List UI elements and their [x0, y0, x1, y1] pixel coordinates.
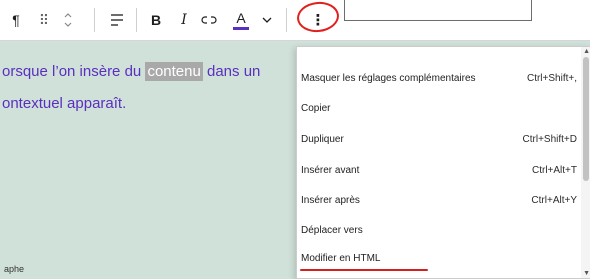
toolbar-divider: [136, 8, 137, 32]
block-options-menu: Masquer les réglages complémentaires Ctr…: [296, 46, 590, 279]
toolbar-input-box[interactable]: [344, 0, 532, 21]
align-button[interactable]: [106, 0, 128, 40]
text-color-swatch: [233, 27, 249, 30]
menu-item-duplicate[interactable]: Dupliquer Ctrl+Shift+D: [301, 127, 577, 151]
menu-item-label: Modifier en HTML: [301, 252, 381, 264]
align-icon: [111, 14, 123, 26]
menu-item-insert-after[interactable]: Insérer après Ctrl+Alt+Y: [301, 188, 577, 212]
paragraph-block[interactable]: orsque l’on insère du contenu dans un on…: [2, 56, 302, 120]
scroll-up-icon[interactable]: ▲: [583, 48, 590, 55]
menu-item-label: Copier: [301, 102, 331, 114]
annotation-underline: [300, 269, 428, 271]
menu-item-label: Déplacer vers: [301, 224, 363, 236]
menu-item-insert-before[interactable]: Insérer avant Ctrl+Alt+T: [301, 158, 577, 182]
chevron-down-icon: [262, 17, 272, 23]
menu-item-move-to[interactable]: Déplacer vers: [301, 218, 577, 242]
bold-button[interactable]: B: [146, 0, 166, 40]
menu-item-label: Masquer les réglages complémentaires: [301, 72, 476, 84]
menu-item-label: Dupliquer: [301, 133, 344, 145]
paragraph-line-2: ontextuel apparaît.: [2, 95, 127, 112]
paragraph-line-1: orsque l’on insère du contenu dans un: [2, 56, 302, 88]
menu-item-edit-as-html[interactable]: Modifier en HTML: [301, 246, 577, 270]
toolbar-divider: [94, 8, 95, 32]
menu-item-shortcut: Ctrl+Shift+,: [526, 72, 577, 84]
text-before-selection: orsque l’on insère du: [2, 63, 146, 80]
selected-text: contenu: [145, 62, 203, 81]
text-color-label: A: [236, 10, 246, 26]
scrollbar-thumb[interactable]: [583, 57, 589, 181]
more-formats-button[interactable]: [258, 0, 276, 40]
annotation-circle: [295, 0, 341, 35]
drag-handle-icon[interactable]: ⠿: [34, 0, 54, 40]
move-arrows-icon[interactable]: [58, 0, 78, 40]
link-icon: [201, 16, 217, 24]
toolbar-divider: [286, 8, 287, 32]
chevron-up-down-icon: [64, 13, 72, 27]
italic-button[interactable]: I: [174, 0, 194, 40]
text-after-selection: dans un: [202, 63, 261, 80]
block-breadcrumb[interactable]: aphe: [0, 261, 304, 277]
menu-item-copy[interactable]: Copier: [301, 96, 577, 120]
scroll-down-icon[interactable]: ▼: [583, 270, 590, 277]
block-toolbar: ¶ ⠿ B I A ⋮: [0, 0, 590, 41]
menu-item-shortcut: Ctrl+Shift+D: [522, 133, 577, 145]
menu-item-shortcut: Ctrl+Alt+Y: [531, 194, 577, 206]
link-button[interactable]: [198, 0, 220, 40]
menu-item-label: Insérer avant: [301, 164, 360, 176]
menu-item-label: Insérer après: [301, 194, 360, 206]
menu-scrollbar[interactable]: ▲ ▼: [581, 47, 590, 278]
paragraph-icon[interactable]: ¶: [6, 0, 26, 40]
menu-item-shortcut: Ctrl+Alt+T: [531, 164, 577, 176]
menu-item-hide-settings[interactable]: Masquer les réglages complémentaires Ctr…: [301, 66, 577, 90]
text-color-button[interactable]: A: [230, 0, 252, 40]
